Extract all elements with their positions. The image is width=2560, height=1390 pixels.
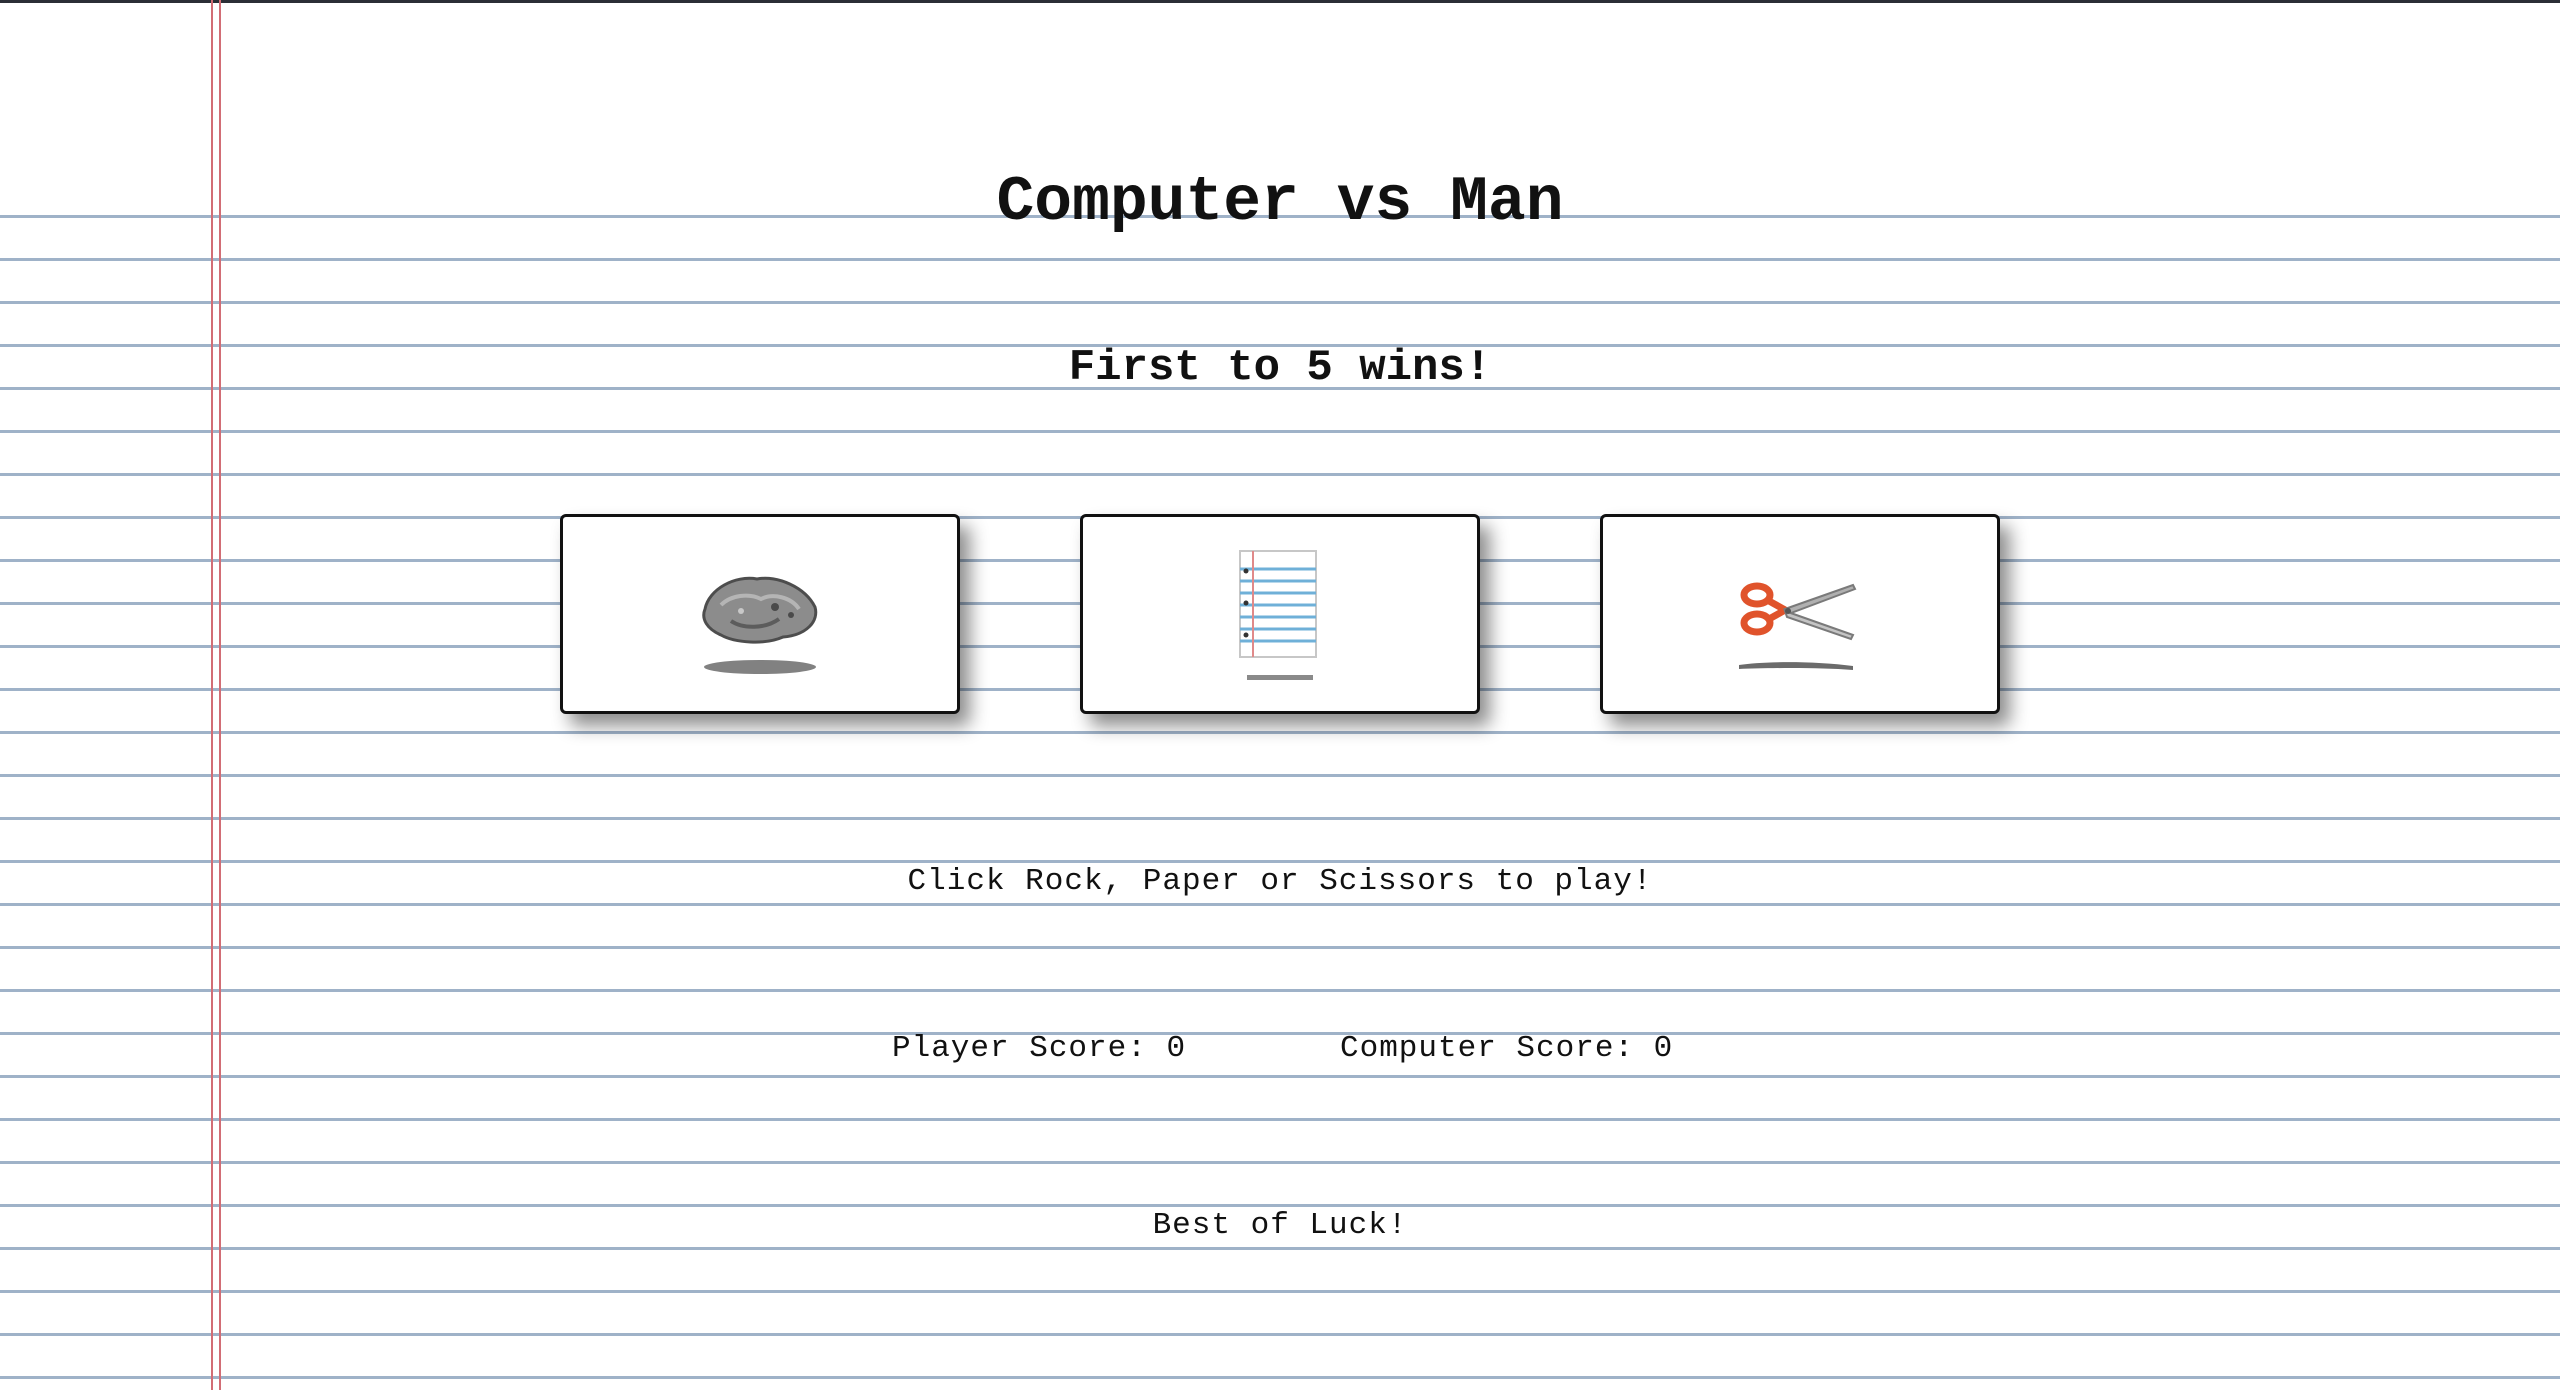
- player-score: Player Score: 0: [892, 1031, 1187, 1066]
- computer-score: Computer Score: 0: [1340, 1031, 1674, 1066]
- rock-icon: [702, 576, 818, 674]
- instruction-message: Click Rock, Paper or Scissors to play!: [907, 864, 1653, 899]
- scissors-icon: [1739, 582, 1857, 670]
- page-subtitle: First to 5 wins!: [1068, 343, 1492, 393]
- rock-button[interactable]: [560, 514, 960, 714]
- best-of-luck-message: Best of Luck!: [1152, 1208, 1408, 1243]
- scissors-button[interactable]: [1600, 514, 2000, 714]
- paper-icon: [1239, 550, 1317, 680]
- top-border: [0, 0, 2560, 3]
- page-title: Computer vs Man: [996, 167, 1564, 238]
- page-header-area: [0, 0, 2560, 175]
- paper-button[interactable]: [1080, 514, 1480, 714]
